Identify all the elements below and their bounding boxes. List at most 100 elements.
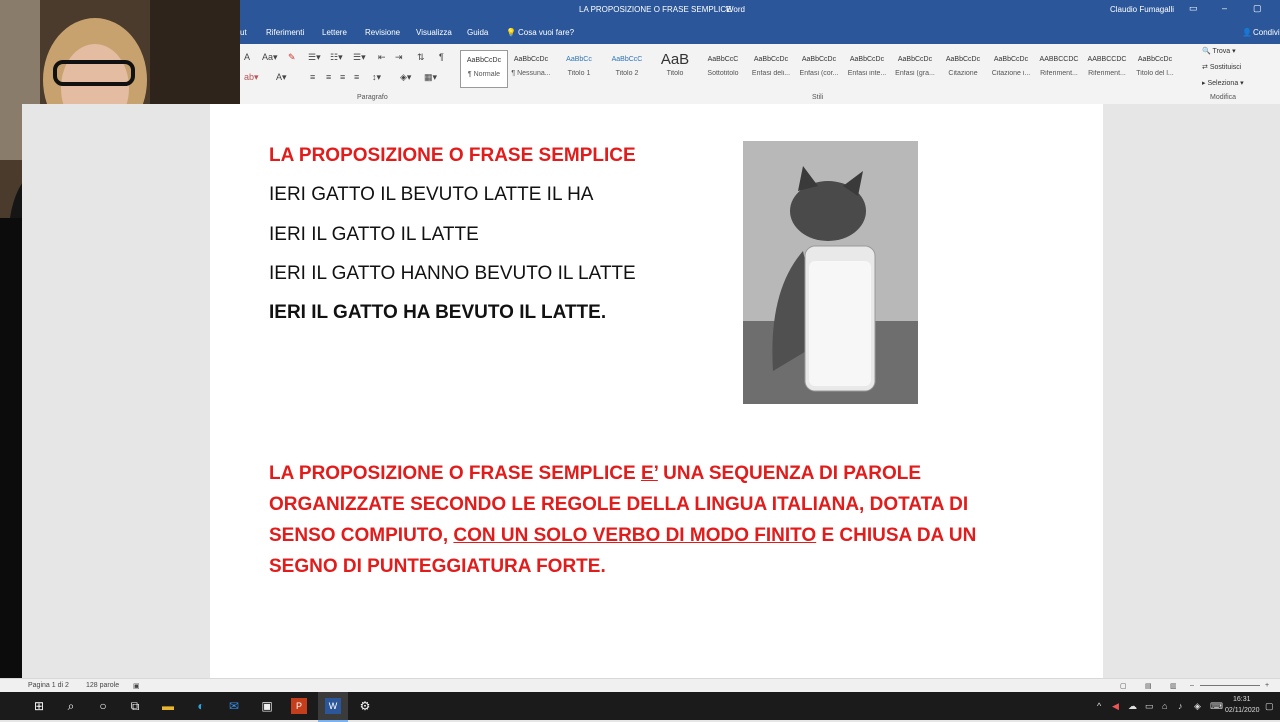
word-count[interactable]: 128 parole xyxy=(86,682,119,689)
print-layout-icon[interactable]: ▤ xyxy=(1145,682,1152,690)
edge-icon[interactable]: ◐ xyxy=(193,698,209,714)
align-center-icon[interactable]: ≡ xyxy=(326,72,331,82)
style-item[interactable]: AaB Titolo xyxy=(652,50,698,86)
share-icon: 👤 xyxy=(1242,28,1252,37)
replace-button[interactable]: ⇄ Sostituisci xyxy=(1202,63,1241,71)
borders-icon[interactable]: ▦▾ xyxy=(424,72,437,83)
style-preview: AaBbCc xyxy=(566,56,592,63)
definition-part-2: E’ xyxy=(640,463,658,484)
style-preview: AaBbCcC xyxy=(707,56,739,63)
increase-indent-icon[interactable]: ⇥ xyxy=(395,52,403,63)
keyboard-icon[interactable]: ⌨ xyxy=(1210,701,1223,712)
multilevel-list-icon[interactable]: ☰▾ xyxy=(353,52,366,63)
style-item[interactable]: AaBbCcDc Enfasi (gra... xyxy=(892,50,938,86)
style-item[interactable]: AABBCCDC Riferiment... xyxy=(1084,50,1130,86)
tell-me-search[interactable]: Cosa vuoi fare? xyxy=(518,28,574,37)
find-button[interactable]: 🔍 Trova ▾ xyxy=(1202,47,1236,55)
store-icon[interactable]: ▣ xyxy=(259,698,275,714)
style-item[interactable]: AaBbCcDc Citazione i... xyxy=(988,50,1034,86)
edit-group-label: Modifica xyxy=(1210,94,1237,101)
powerpoint-icon[interactable]: P xyxy=(291,698,307,714)
clock-time[interactable]: 16:31 xyxy=(1233,696,1251,703)
styles-group-label: Stili xyxy=(812,94,824,101)
definition-paragraph: LA PROPOSIZIONE O FRASE SEMPLICE E’ UNA … xyxy=(269,458,1029,582)
windows-start-icon[interactable]: ⊞ xyxy=(31,698,47,714)
ribbon-tabs: ut Riferimenti Lettere Revisione Visuali… xyxy=(240,20,1280,44)
sort-icon[interactable]: ⇅ xyxy=(417,52,425,63)
tab-visualizza[interactable]: Visualizza xyxy=(416,28,452,37)
numbering-icon[interactable]: ☷▾ xyxy=(330,52,343,63)
maximize-button[interactable]: ▢ xyxy=(1253,3,1262,14)
style-item[interactable]: AaBbCcDc Titolo del l... xyxy=(1132,50,1178,86)
clock-date[interactable]: 02/11/2020 xyxy=(1225,707,1260,714)
align-left-icon[interactable]: ≡ xyxy=(310,72,315,82)
style-item[interactable]: AaBbCcDc Enfasi deli... xyxy=(748,50,794,86)
tab-layout[interactable]: ut xyxy=(240,28,247,37)
tab-revisione[interactable]: Revisione xyxy=(365,28,400,37)
page-count[interactable]: Pagina 1 di 2 xyxy=(28,682,69,689)
font-size-down-icon[interactable]: A xyxy=(244,52,250,62)
style-item[interactable]: AaBbCcC Titolo 2 xyxy=(604,50,650,86)
document-line-1: IERI GATTO IL BEVUTO LATTE IL HA xyxy=(269,184,594,205)
style-preview: AaBbCcDc xyxy=(897,56,933,63)
decrease-indent-icon[interactable]: ⇤ xyxy=(378,52,386,63)
style-item[interactable]: AaBbCcDc Enfasi inte... xyxy=(844,50,890,86)
web-layout-icon[interactable]: ▥ xyxy=(1170,682,1177,690)
style-item[interactable]: AaBbCc Titolo 1 xyxy=(556,50,602,86)
cat-drinking-milk-image[interactable] xyxy=(743,141,918,404)
zoom-in-icon[interactable]: + xyxy=(1265,682,1269,689)
change-case-icon[interactable]: Aa▾ xyxy=(262,52,278,63)
share-button[interactable]: Condivi xyxy=(1253,28,1280,37)
ribbon-display-button[interactable]: ▭ xyxy=(1189,3,1198,14)
style-item[interactable]: AaBbCcDc ¶ Nessuna... xyxy=(508,50,554,86)
notifications-icon[interactable]: ▢ xyxy=(1265,701,1274,712)
pilcrow-icon[interactable]: ¶ xyxy=(439,52,444,62)
tray-app-icon[interactable]: ◀ xyxy=(1112,701,1119,712)
network-icon[interactable]: ⌂ xyxy=(1162,701,1167,711)
search-icon[interactable]: ⌕ xyxy=(63,698,79,714)
window-title: LA PROPOSIZIONE O FRASE SEMPLICE xyxy=(579,5,732,14)
tab-lettere[interactable]: Lettere xyxy=(322,28,347,37)
style-preview: AABBCCDC xyxy=(1039,56,1079,63)
font-color-icon[interactable]: A▾ xyxy=(276,72,287,83)
document-line-2: IERI IL GATTO IL LATTE xyxy=(269,224,479,245)
style-name: Citazione i... xyxy=(991,70,1031,77)
volume-icon[interactable]: ♪ xyxy=(1178,701,1183,711)
tab-guida[interactable]: Guida xyxy=(467,28,488,37)
select-button[interactable]: ▸ Seleziona ▾ xyxy=(1202,79,1244,87)
zoom-slider[interactable] xyxy=(1200,685,1260,686)
focus-mode-icon[interactable]: ▢ xyxy=(1120,682,1127,690)
tab-riferimenti[interactable]: Riferimenti xyxy=(266,28,304,37)
cortana-icon[interactable]: ○ xyxy=(95,698,111,714)
app-name: Word xyxy=(726,5,745,14)
style-item[interactable]: AaBbCcDc Enfasi (cor... xyxy=(796,50,842,86)
tray-chevron-icon[interactable]: ^ xyxy=(1097,701,1101,711)
language-icon[interactable]: ◈ xyxy=(1194,701,1201,712)
ribbon: A Aa▾ ✎ ☰▾ ☷▾ ☰▾ ⇤ ⇥ ⇅ ¶ ab▾ A▾ ≡ ≡ ≡ ≡ … xyxy=(240,44,1280,105)
definition-underlined: CON UN SOLO VERBO DI MODO FINITO xyxy=(453,525,817,546)
mail-icon[interactable]: ✉ xyxy=(226,698,242,714)
settings-gear-icon[interactable]: ⚙ xyxy=(357,698,373,714)
style-name: Titolo 2 xyxy=(615,70,639,77)
style-item[interactable]: AABBCCDC Riferiment... xyxy=(1036,50,1082,86)
zoom-out-icon[interactable]: – xyxy=(1190,682,1194,689)
style-item[interactable]: AaBbCcDc ¶ Normale xyxy=(460,50,508,88)
word-icon[interactable]: W xyxy=(325,698,341,714)
task-view-icon[interactable]: ⧉ xyxy=(127,698,143,714)
highlight-icon[interactable]: ab▾ xyxy=(244,72,259,83)
bullets-icon[interactable]: ☰▾ xyxy=(308,52,321,63)
style-item[interactable]: AaBbCcDc Citazione xyxy=(940,50,986,86)
select-label: Seleziona xyxy=(1207,80,1239,87)
align-right-icon[interactable]: ≡ xyxy=(340,72,345,82)
battery-icon[interactable]: ▭ xyxy=(1145,701,1154,712)
clear-format-icon[interactable]: ✎ xyxy=(288,52,296,63)
style-name: Citazione xyxy=(948,70,978,77)
justify-icon[interactable]: ≡ xyxy=(354,72,359,82)
file-explorer-icon[interactable]: ▬ xyxy=(160,698,176,714)
style-item[interactable]: AaBbCcC Sottotitolo xyxy=(700,50,746,86)
shading-icon[interactable]: ◈▾ xyxy=(400,72,411,83)
line-spacing-icon[interactable]: ↕▾ xyxy=(372,72,381,83)
minimize-button[interactable]: – xyxy=(1222,3,1227,13)
cloud-icon[interactable]: ☁ xyxy=(1128,701,1137,712)
proofing-icon[interactable]: ▣ xyxy=(133,682,140,690)
